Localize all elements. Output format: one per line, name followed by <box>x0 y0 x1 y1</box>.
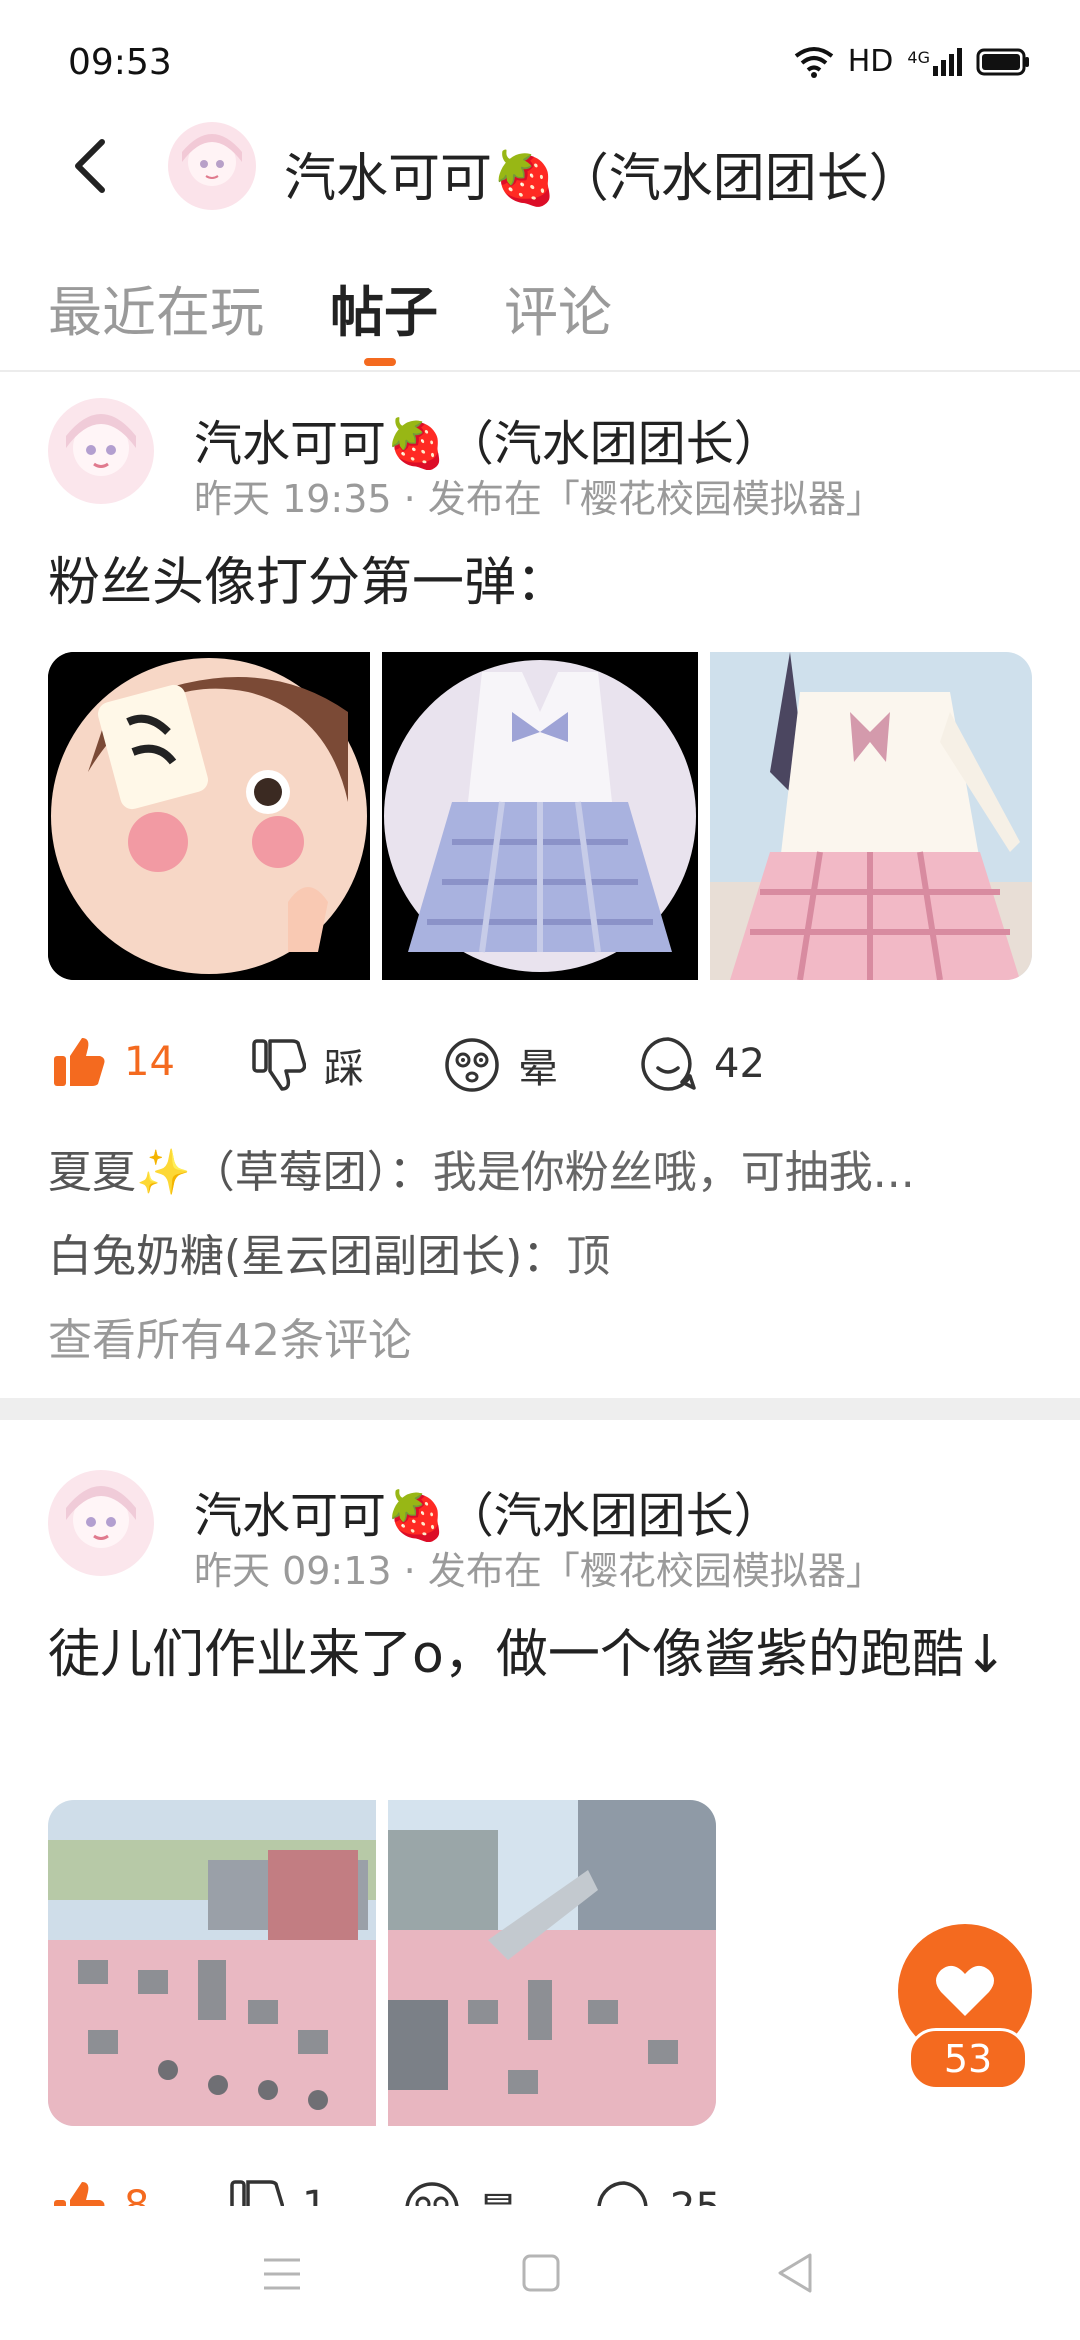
like-button[interactable]: 14 <box>52 1036 175 1088</box>
like-count: 14 <box>124 1039 175 1085</box>
dizzy-label: 晕 <box>518 1046 558 1092</box>
post-image[interactable] <box>388 1800 716 2126</box>
comment-author: 白兔奶糖(星云团副团长)： <box>48 1231 567 1282</box>
network-hd-label: HD <box>847 44 894 79</box>
post-author-name[interactable]: 汽水可可🍓（汽水团团长） <box>194 1476 782 1546</box>
dizzy-face-icon <box>445 1038 499 1092</box>
thumbs-up-icon <box>54 2182 105 2206</box>
menu-icon <box>264 2258 300 2290</box>
post-text[interactable]: 徒儿们作业来了o，做一个像酱紫的跑酷↓ <box>48 1614 1038 1696</box>
menu-nav-button[interactable] <box>262 2256 302 2296</box>
view-all-comments-link[interactable]: 查看所有42条评论 <box>48 1304 412 1368</box>
post-image[interactable] <box>48 1800 376 2126</box>
divider <box>0 370 1080 372</box>
post-separator <box>0 1398 1080 1420</box>
comment-button[interactable]: 42 <box>640 1036 765 1092</box>
back-nav-button[interactable] <box>776 2252 814 2298</box>
cell-signal-icon: 4G <box>907 47 962 76</box>
post-author-name[interactable]: 汽水可可🍓（汽水团团长） <box>194 404 782 474</box>
home-nav-button[interactable] <box>522 2254 560 2296</box>
active-tab-indicator <box>364 358 396 366</box>
dislike-label: 踩 <box>324 1046 364 1092</box>
comment-bubble-icon <box>641 1037 696 1091</box>
comment-count: 25 <box>670 2185 721 2206</box>
wifi-icon <box>794 46 833 78</box>
thumbs-up-icon <box>54 1038 105 1086</box>
back-triangle-icon <box>778 2253 812 2293</box>
like-button[interactable]: 8 <box>52 2180 149 2206</box>
heart-icon <box>936 1965 994 2016</box>
thumbs-down-icon <box>230 2180 284 2206</box>
dizzy-face-icon <box>405 2182 459 2206</box>
status-time: 09:53 <box>68 42 172 83</box>
comment-preview[interactable]: 白兔奶糖(星云团副团长)：顶 <box>48 1220 1028 1284</box>
dislike-button[interactable]: 1 <box>230 2180 327 2206</box>
dizzy-button[interactable]: 晕 <box>444 1036 558 1094</box>
post-meta[interactable]: 昨天 19:35 · 发布在「樱花校园模拟器」 <box>194 468 884 523</box>
battery-icon <box>976 48 1029 75</box>
comment-text: 我是你粉丝哦，可抽我... <box>432 1147 915 1198</box>
dizzy-label: 晕 <box>478 2180 518 2206</box>
chevron-left-icon <box>75 139 105 193</box>
post-text[interactable]: 粉丝头像打分第一弹： <box>48 542 568 624</box>
back-button[interactable] <box>54 130 126 202</box>
tab-posts[interactable]: 帖子 <box>330 268 438 347</box>
floating-like-count: 53 <box>908 2028 1028 2090</box>
page-title: 汽水可可🍓（汽水团团长） <box>284 149 921 209</box>
post-actions-row: 8 1 晕 25 <box>0 2180 1080 2206</box>
like-count: 8 <box>124 2183 150 2206</box>
header-avatar[interactable] <box>168 122 256 210</box>
comment-text: 顶 <box>566 1231 611 1282</box>
comment-count: 42 <box>714 1041 765 1087</box>
post-author-avatar[interactable] <box>48 398 154 504</box>
status-icons: HD 4G <box>794 44 1030 79</box>
tab-recently-played[interactable]: 最近在玩 <box>48 268 264 347</box>
post-meta[interactable]: 昨天 09:13 · 发布在「樱花校园模拟器」 <box>194 1540 884 1595</box>
comment-bubble-icon <box>597 2181 648 2206</box>
dislike-count: 1 <box>302 2183 328 2206</box>
dislike-button[interactable]: 踩 <box>252 1036 364 1094</box>
home-square-icon <box>522 2254 560 2292</box>
dizzy-button[interactable]: 晕 <box>404 2180 518 2206</box>
post-image[interactable] <box>382 652 698 980</box>
comment-button[interactable]: 25 <box>596 2180 721 2206</box>
comment-author: 夏夏✨（草莓团）： <box>48 1147 433 1198</box>
tab-comments[interactable]: 评论 <box>504 268 612 347</box>
thumbs-down-icon <box>252 1039 306 1091</box>
system-nav-bar <box>0 2206 1080 2340</box>
comment-preview[interactable]: 夏夏✨（草莓团）：我是你粉丝哦，可抽我... <box>48 1136 1028 1200</box>
tab-bar: 最近在玩 帖子 评论 <box>48 268 678 347</box>
post-image[interactable] <box>710 652 1032 980</box>
post-author-avatar[interactable] <box>48 1470 154 1576</box>
cell-type-label: 4G <box>907 47 930 67</box>
post-image[interactable] <box>48 652 370 980</box>
